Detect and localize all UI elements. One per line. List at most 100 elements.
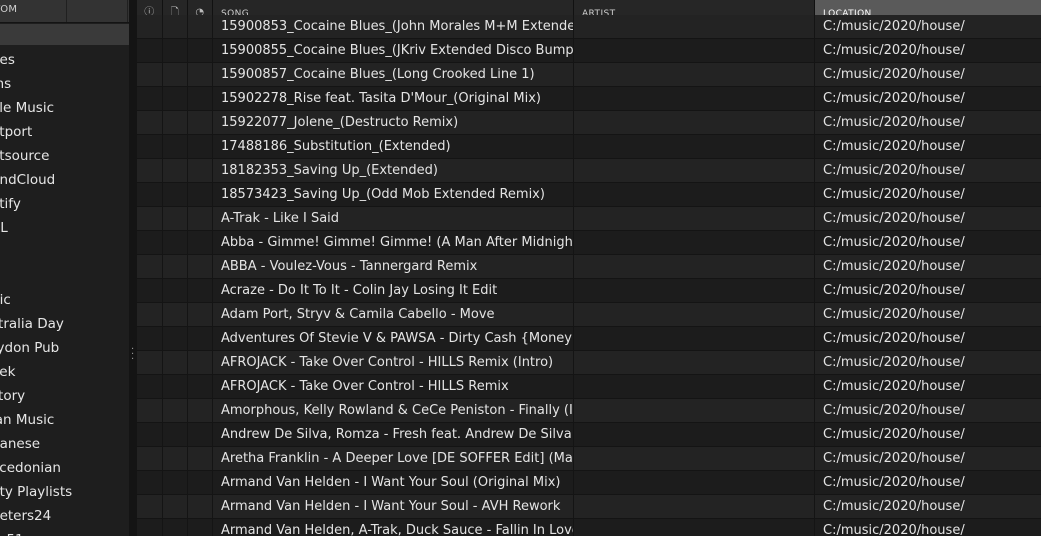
- song-cell: 15900853_Cocaine Blues_(John Morales M+M…: [213, 15, 574, 38]
- sidebar-item[interactable]: atport: [0, 120, 72, 144]
- info-cell: [137, 471, 163, 494]
- sidebar-item[interactable]: rydon Pub: [0, 336, 72, 360]
- table-row[interactable]: Acraze - Do It To It - Colin Jay Losing …: [137, 279, 1041, 303]
- artwork-cell: [188, 495, 213, 518]
- location-cell: C:/music/2020/house/: [823, 187, 965, 202]
- artist-cell: [574, 15, 815, 38]
- song-cell: Abba - Gimme! Gimme! Gimme! (A Man After…: [213, 231, 574, 254]
- sidebar-item[interactable]: story: [0, 384, 72, 408]
- sidebar-item[interactable]: acedonian: [0, 456, 72, 480]
- info-cell: [137, 231, 163, 254]
- song-cell: 15900857_Cocaine Blues_(Long Crooked Lin…: [213, 63, 574, 86]
- file-cell: [163, 63, 188, 86]
- location-cell: C:/music/2020/house/: [823, 19, 965, 34]
- panel-splitter[interactable]: · · ·: [129, 0, 137, 536]
- song-cell: Adam Port, Stryv & Camila Cabello - Move: [213, 303, 574, 326]
- sidebar-item[interactable]: nes: [0, 48, 72, 72]
- song-cell: Armand Van Helden, A-Trak, Duck Sauce - …: [213, 519, 574, 536]
- sidebar-item[interactable]: atsource: [0, 144, 72, 168]
- artist-cell: [574, 39, 815, 62]
- artist-cell: [574, 327, 815, 350]
- info-cell: [137, 159, 163, 182]
- table-row[interactable]: AFROJACK - Take Over Control - HILLS Rem…: [137, 351, 1041, 375]
- song-cell: Andrew De Silva, Romza - Fresh feat. And…: [213, 423, 574, 446]
- artist-cell: [574, 231, 815, 254]
- artwork-cell: [188, 447, 213, 470]
- sidebar-item[interactable]: peters24: [0, 504, 72, 528]
- artwork-cell: [188, 15, 213, 38]
- sidebar-item[interactable]: bic: [0, 288, 72, 312]
- location-cell: C:/music/2020/house/: [823, 67, 965, 82]
- table-row[interactable]: ABBA - Voulez-Vous - Tannergard Remix C:/…: [137, 255, 1041, 279]
- sidebar-selected-item[interactable]: [0, 24, 129, 45]
- artwork-cell: [188, 231, 213, 254]
- info-cell: [137, 375, 163, 398]
- table-row[interactable]: 17488186_Substitution_(Extended) C:/music…: [137, 135, 1041, 159]
- table-row[interactable]: Abba - Gimme! Gimme! Gimme! (A Man After…: [137, 231, 1041, 255]
- table-row[interactable]: 18182353_Saving Up_(Extended) C:/music/20…: [137, 159, 1041, 183]
- sidebar-item[interactable]: undCloud: [0, 168, 72, 192]
- sidebar-item[interactable]: AL: [0, 216, 72, 240]
- table-row[interactable]: Armand Van Helden, A-Trak, Duck Sauce - …: [137, 519, 1041, 536]
- song-cell: 18573423_Saving Up_(Odd Mob Extended Rem…: [213, 183, 574, 206]
- sidebar-item[interactable]: pty Playlists: [0, 480, 72, 504]
- table-row[interactable]: Amorphous, Kelly Rowland & CeCe Peniston…: [137, 399, 1041, 423]
- info-cell: [137, 495, 163, 518]
- location-cell: C:/music/2020/house/: [823, 307, 965, 322]
- sidebar-item[interactable]: eek: [0, 360, 72, 384]
- artist-cell: [574, 447, 815, 470]
- splitter-grip-icon[interactable]: · · ·: [131, 345, 134, 365]
- song-cell: AFROJACK - Take Over Control - HILLS Rem…: [213, 351, 574, 374]
- info-cell: [137, 303, 163, 326]
- artist-cell: [574, 351, 815, 374]
- sidebar-item[interactable]: ole Music: [0, 96, 72, 120]
- table-row[interactable]: A-Trak - Like I Said C:/music/2020/house/: [137, 207, 1041, 231]
- song-cell: Adventures Of Stevie V & PAWSA - Dirty C…: [213, 327, 574, 350]
- table-row[interactable]: 15900855_Cocaine Blues_(JKriv Extended D…: [137, 39, 1041, 63]
- file-cell: [163, 375, 188, 398]
- file-cell: [163, 399, 188, 422]
- artwork-cell: [188, 159, 213, 182]
- artwork-cell: [188, 207, 213, 230]
- sidebar-item[interactable]: ian Music: [0, 408, 72, 432]
- song-cell: A-Trak - Like I Said: [213, 207, 574, 230]
- table-row[interactable]: 15902278_Rise feat. Tasita D'Mour_(Origi…: [137, 87, 1041, 111]
- sidebar-item[interactable]: s: [0, 264, 72, 288]
- info-cell: [137, 423, 163, 446]
- table-row[interactable]: Adam Port, Stryv & Camila Cabello - Move…: [137, 303, 1041, 327]
- sidebar-item[interactable]: s: [0, 240, 72, 264]
- artist-cell: [574, 471, 815, 494]
- table-row[interactable]: 15900857_Cocaine Blues_(Long Crooked Lin…: [137, 63, 1041, 87]
- table-row[interactable]: Adventures Of Stevie V & PAWSA - Dirty C…: [137, 327, 1041, 351]
- location-cell: C:/music/2020/house/: [823, 499, 965, 514]
- file-cell: [163, 423, 188, 446]
- file-cell: [163, 15, 188, 38]
- table-row[interactable]: AFROJACK - Take Over Control - HILLS Rem…: [137, 375, 1041, 399]
- artwork-cell: [188, 423, 213, 446]
- sidebar-item[interactable]: ic 51: [0, 528, 72, 536]
- song-cell: ABBA - Voulez-Vous - Tannergard Remix: [213, 255, 574, 278]
- sidebar-item[interactable]: otify: [0, 192, 72, 216]
- table-row[interactable]: Aretha Franklin - A Deeper Love [DE SOFF…: [137, 447, 1041, 471]
- sidebar-item[interactable]: panese: [0, 432, 72, 456]
- table-row[interactable]: Andrew De Silva, Romza - Fresh feat. And…: [137, 423, 1041, 447]
- artist-cell: [574, 183, 815, 206]
- info-cell: [137, 255, 163, 278]
- location-cell: C:/music/2020/house/: [823, 139, 965, 154]
- artist-cell: [574, 207, 815, 230]
- table-row[interactable]: 15900853_Cocaine Blues_(John Morales M+M…: [137, 15, 1041, 39]
- artist-cell: [574, 279, 815, 302]
- artwork-cell: [188, 327, 213, 350]
- file-cell: [163, 471, 188, 494]
- table-row[interactable]: 15922077_Jolene_(Destructo Remix) C:/musi…: [137, 111, 1041, 135]
- table-row[interactable]: Armand Van Helden - I Want Your Soul - A…: [137, 495, 1041, 519]
- sidebar-item[interactable]: ms: [0, 72, 72, 96]
- info-cell: [137, 327, 163, 350]
- table-row[interactable]: 18573423_Saving Up_(Odd Mob Extended Rem…: [137, 183, 1041, 207]
- sidebar-item[interactable]: stralia Day: [0, 312, 72, 336]
- artwork-cell: [188, 399, 213, 422]
- table-row[interactable]: Armand Van Helden - I Want Your Soul (Or…: [137, 471, 1041, 495]
- file-cell: [163, 279, 188, 302]
- sidebar-header[interactable]: TOM: [0, 0, 129, 23]
- location-cell: C:/music/2020/house/: [823, 235, 965, 250]
